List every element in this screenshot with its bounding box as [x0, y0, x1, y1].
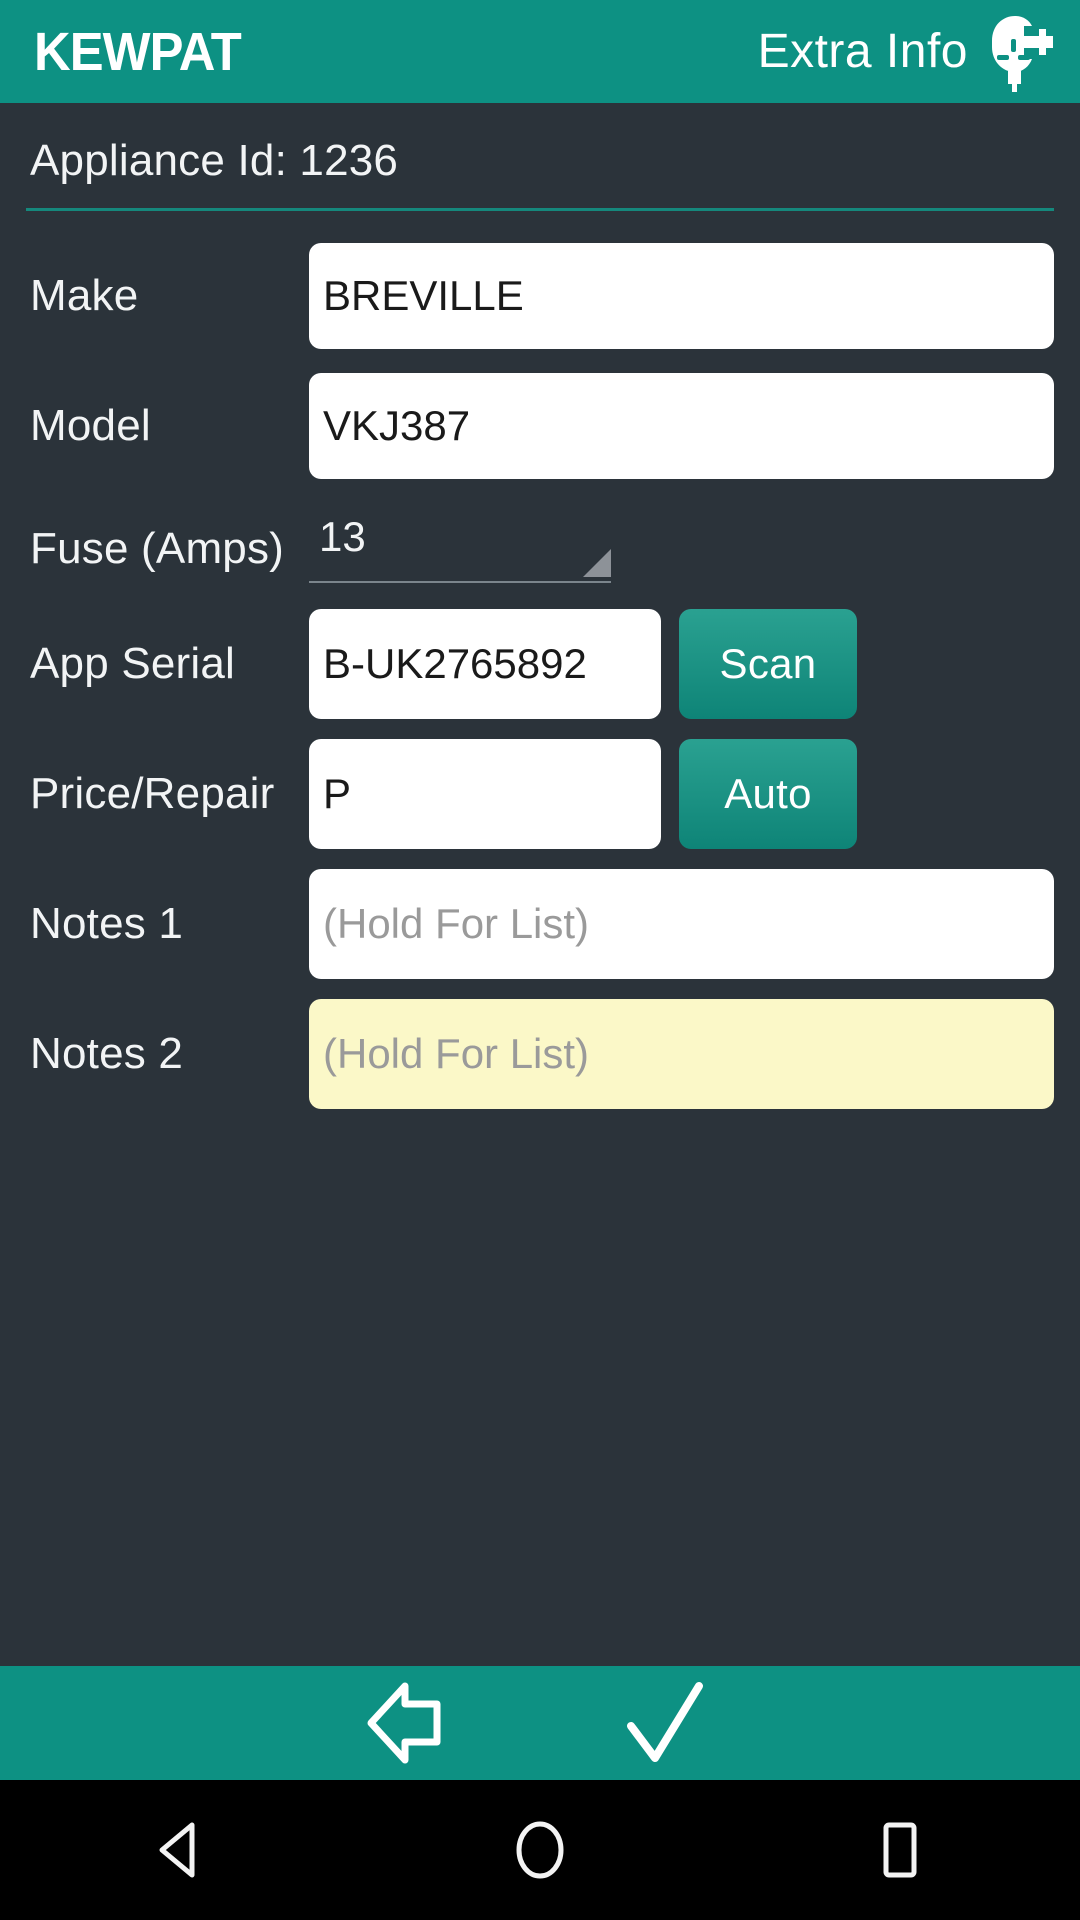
notes-2-input[interactable]: (Hold For List)	[309, 999, 1054, 1109]
spinner-dropdown-icon	[583, 549, 611, 578]
check-icon[interactable]	[615, 1680, 715, 1766]
page-header-title: Extra Info	[757, 25, 968, 78]
field-wrap-app-serial: B-UK2765892 Scan	[309, 609, 1054, 719]
field-wrap-notes-2: (Hold For List)	[309, 999, 1054, 1109]
form-row-make: Make BREVILLE	[26, 237, 1054, 355]
app-bar-right-group: Extra Info	[758, 11, 1054, 93]
android-home-icon[interactable]	[480, 1810, 600, 1890]
scan-button[interactable]: Scan	[679, 609, 857, 719]
plug-plus-icon	[982, 11, 1054, 93]
back-arrow-icon[interactable]	[365, 1680, 465, 1766]
label-price-repair: Price/Repair	[30, 769, 275, 818]
price-repair-input[interactable]: P	[309, 739, 661, 849]
field-wrap-notes-1: (Hold For List)	[309, 869, 1054, 979]
field-wrap-fuse: 13	[309, 512, 1054, 584]
label-make: Make	[30, 271, 139, 320]
field-wrap-price-repair: P Auto	[309, 739, 1054, 849]
android-navigation-bar	[0, 1780, 1080, 1920]
fuse-amps-spinner[interactable]: 13	[309, 512, 611, 584]
content-area: Appliance Id: 1236 Make BREVILLE Model V…	[0, 103, 1080, 1666]
label-fuse-amps: Fuse (Amps)	[30, 524, 285, 573]
bottom-action-bar	[0, 1666, 1080, 1780]
form-row-fuse: Fuse (Amps) 13	[26, 497, 1054, 601]
label-notes-2: Notes 2	[30, 1029, 184, 1078]
field-wrap-make: BREVILLE	[309, 243, 1054, 349]
app-screen: KEWPAT Extra Info Appliance Id: 1236 Mak…	[0, 0, 1080, 1920]
android-recents-icon[interactable]	[840, 1810, 960, 1890]
auto-button[interactable]: Auto	[679, 739, 857, 849]
label-model: Model	[30, 401, 151, 450]
label-notes-1: Notes 1	[30, 899, 184, 948]
app-serial-input[interactable]: B-UK2765892	[309, 609, 661, 719]
make-input[interactable]: BREVILLE	[309, 243, 1054, 349]
title-divider	[26, 208, 1054, 211]
form-row-model: Model VKJ387	[26, 367, 1054, 485]
form-row-notes-1: Notes 1 (Hold For List)	[26, 865, 1054, 983]
field-wrap-model: VKJ387	[309, 373, 1054, 479]
model-input[interactable]: VKJ387	[309, 373, 1054, 479]
label-app-serial: App Serial	[30, 639, 236, 688]
appliance-form: Make BREVILLE Model VKJ387 Fuse (Amps) 1…	[26, 237, 1054, 1125]
appliance-id-title: Appliance Id: 1236	[30, 136, 399, 185]
android-back-icon[interactable]	[120, 1810, 240, 1890]
form-row-price-repair: Price/Repair P Auto	[26, 735, 1054, 853]
app-bar: KEWPAT Extra Info	[0, 0, 1080, 103]
fuse-amps-value: 13	[319, 512, 366, 560]
app-logo-kewpat: KEWPAT	[34, 21, 242, 82]
form-row-app-serial: App Serial B-UK2765892 Scan	[26, 605, 1054, 723]
notes-1-input[interactable]: (Hold For List)	[309, 869, 1054, 979]
form-row-notes-2: Notes 2 (Hold For List)	[26, 995, 1054, 1113]
